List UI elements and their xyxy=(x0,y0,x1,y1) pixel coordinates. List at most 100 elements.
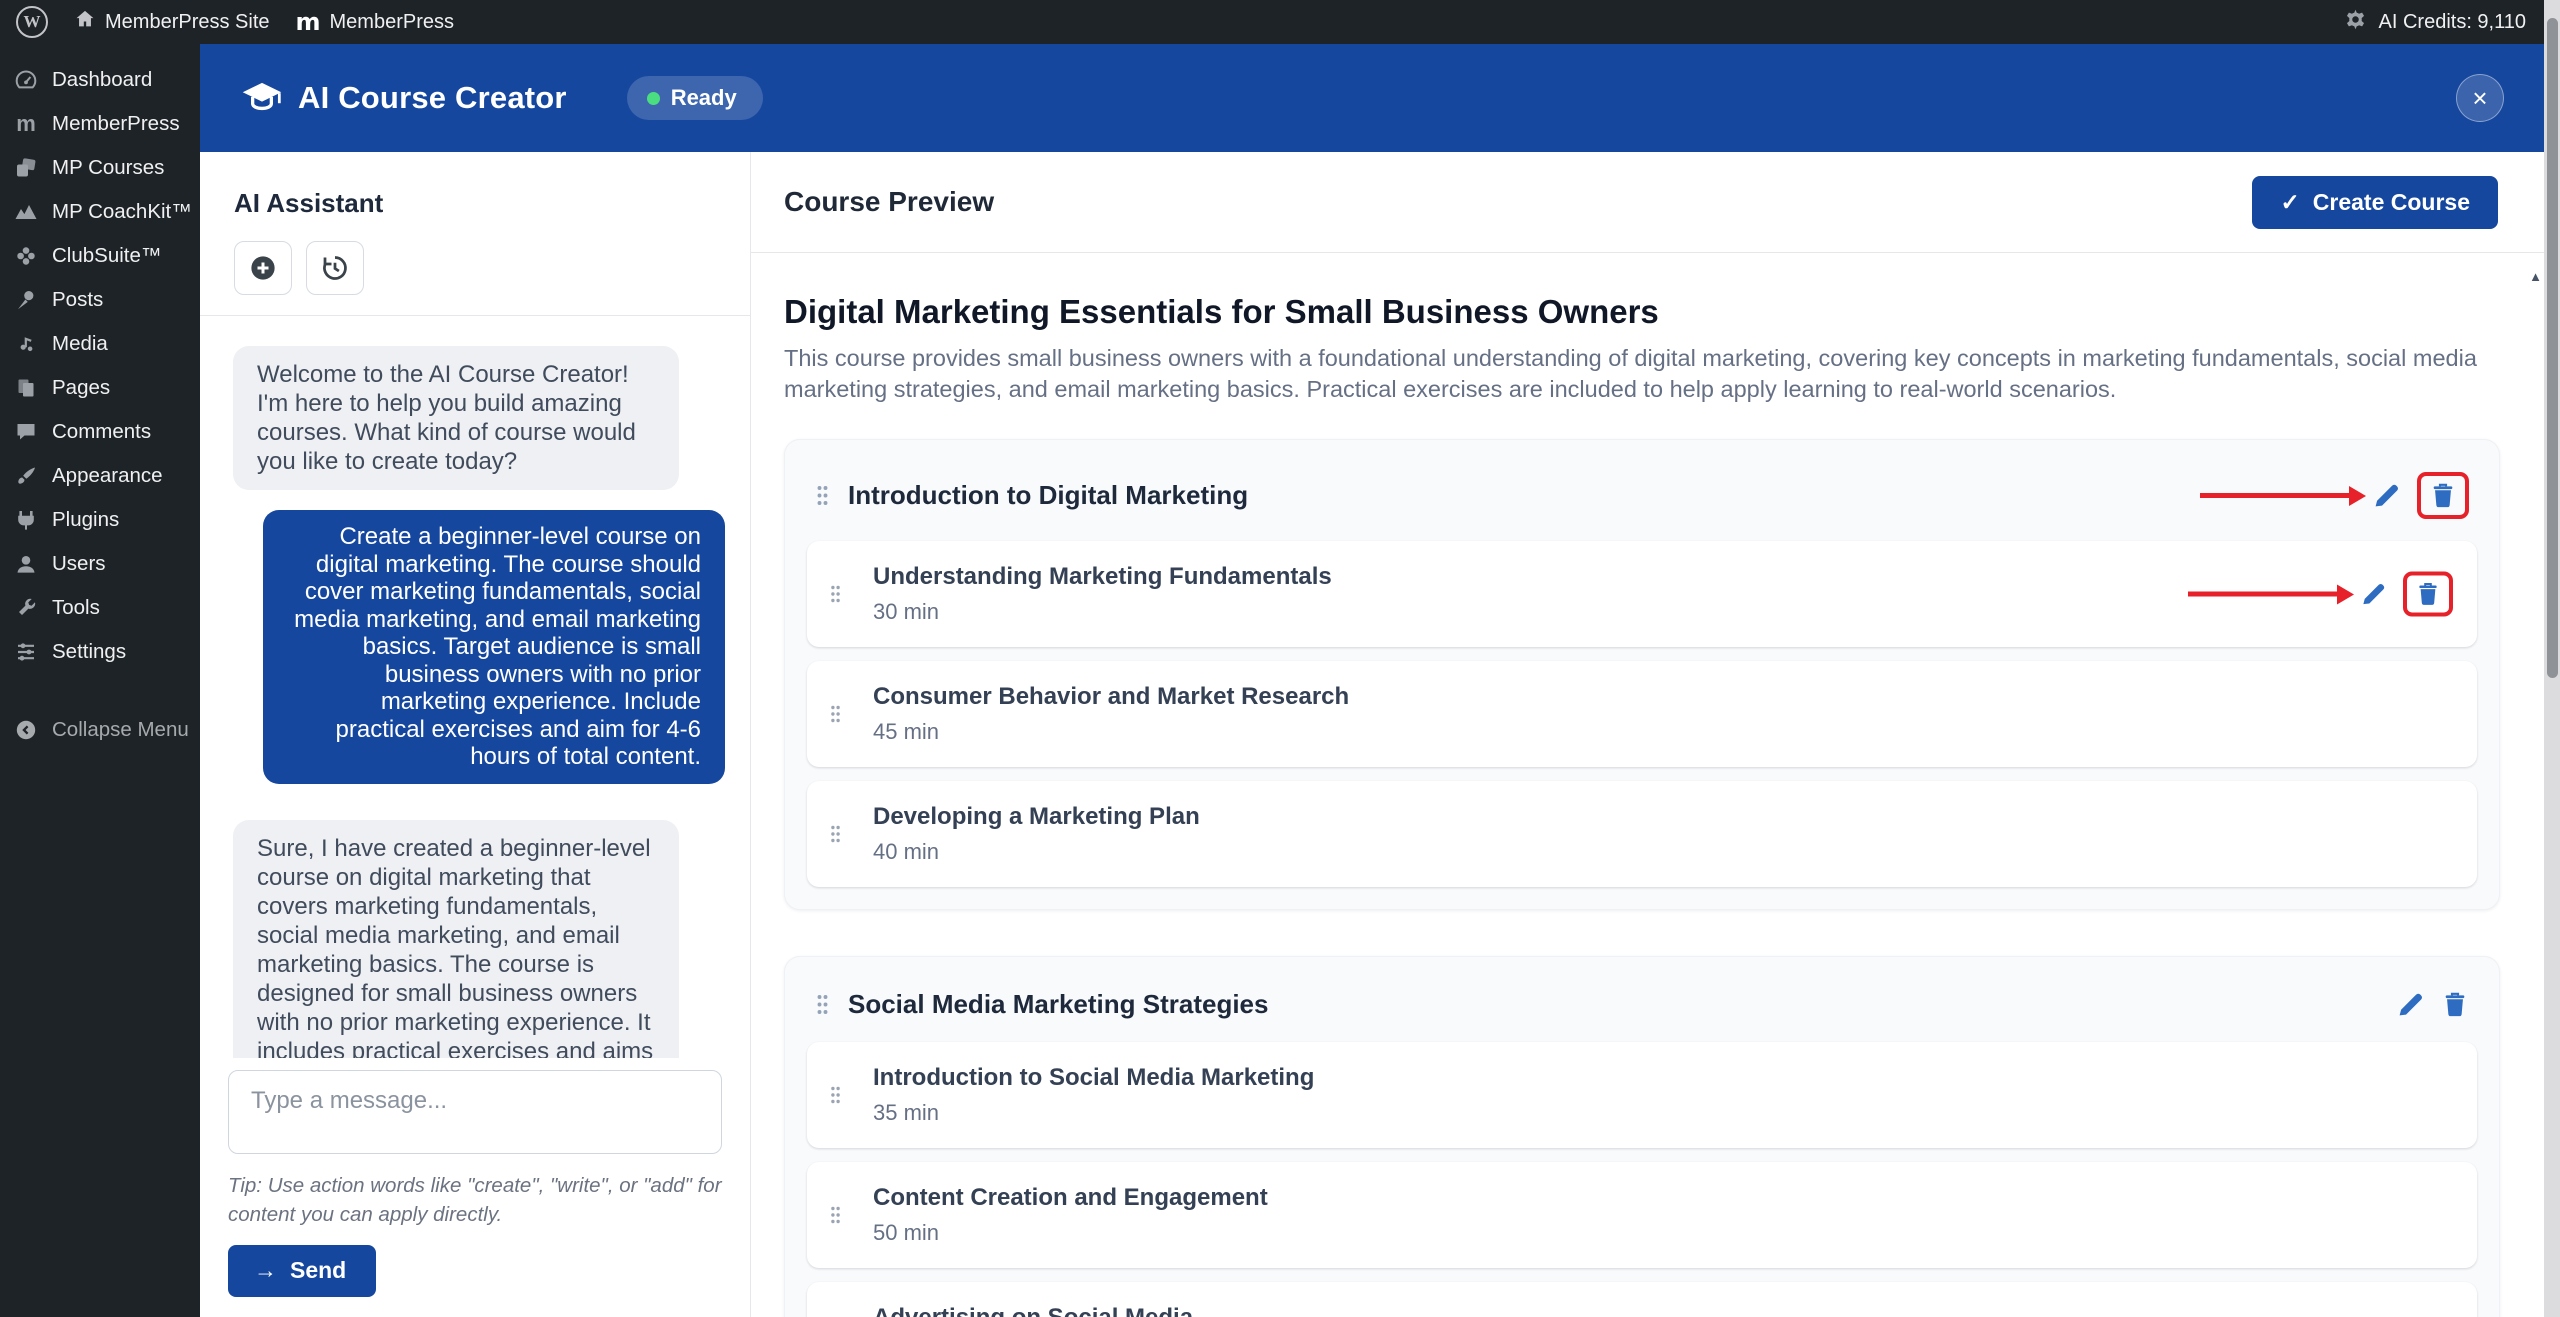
scrollbar-thumb[interactable] xyxy=(2547,18,2558,678)
create-course-label: Create Course xyxy=(2313,189,2470,216)
drag-handle-icon[interactable] xyxy=(829,1084,842,1106)
preview-header: Course Preview ✓ Create Course xyxy=(751,152,2544,253)
sidebar-item-clubsuite[interactable]: ClubSuite™ xyxy=(0,234,200,278)
media-icon xyxy=(13,331,39,357)
course-title: Digital Marketing Essentials for Small B… xyxy=(784,293,2500,331)
annotation-arrow xyxy=(2200,493,2350,498)
sidebar-item-label: Posts xyxy=(52,288,103,312)
lesson-title: Consumer Behavior and Market Research xyxy=(873,683,2449,711)
wordpress-logo-icon[interactable]: W xyxy=(16,6,48,38)
lesson-title: Advertising on Social Media xyxy=(873,1304,2449,1317)
lesson-card: Advertising on Social Media xyxy=(807,1282,2477,1317)
drag-handle-icon[interactable] xyxy=(829,703,842,725)
sidebar-item-label: Settings xyxy=(52,640,126,664)
admin-bar-memberpress-link[interactable]: m MemberPress xyxy=(296,10,455,34)
sidebar-item-plugins[interactable]: Plugins xyxy=(0,498,200,542)
sidebar-item-memberpress[interactable]: m MemberPress xyxy=(0,102,200,146)
lesson-card: Developing a Marketing Plan 40 min xyxy=(807,781,2477,887)
lesson-duration: 35 min xyxy=(873,1100,2449,1126)
gear-icon[interactable] xyxy=(2344,8,2367,37)
send-button[interactable]: → Send xyxy=(228,1245,376,1297)
status-badge: Ready xyxy=(627,76,763,120)
status-label: Ready xyxy=(671,85,737,111)
history-icon xyxy=(320,253,350,283)
lesson-list: Introduction to Social Media Marketing 3… xyxy=(807,1042,2477,1317)
wp-admin-sidebar: Dashboard m MemberPress MP Courses MP Co… xyxy=(0,44,200,1317)
new-chat-button[interactable] xyxy=(234,241,292,295)
delete-section-button[interactable] xyxy=(2429,481,2457,510)
lesson-card: Consumer Behavior and Market Research 45… xyxy=(807,661,2477,767)
sidebar-item-settings[interactable]: Settings xyxy=(0,630,200,674)
sidebar-item-label: Appearance xyxy=(52,464,163,488)
memberpress-logo-icon: m xyxy=(296,10,321,34)
sidebar-collapse-menu[interactable]: Collapse Menu xyxy=(0,708,200,752)
clubsuite-icon xyxy=(13,243,39,269)
sidebar-item-dashboard[interactable]: Dashboard xyxy=(0,58,200,102)
lesson-duration: 50 min xyxy=(873,1220,2449,1246)
ai-credits-label: AI Credits: 9,110 xyxy=(2379,11,2526,34)
tools-icon xyxy=(13,595,39,621)
pencil-icon xyxy=(2360,581,2387,608)
chat-history-button[interactable] xyxy=(306,241,364,295)
plugins-icon xyxy=(13,507,39,533)
message-input[interactable] xyxy=(228,1070,722,1154)
send-label: Send xyxy=(290,1257,346,1284)
lesson-duration: 40 min xyxy=(873,839,2449,865)
sidebar-item-media[interactable]: Media xyxy=(0,322,200,366)
section-card: Social Media Marketing Strategies xyxy=(784,956,2500,1317)
delete-lesson-button[interactable] xyxy=(2415,581,2441,608)
section-header: Introduction to Digital Marketing xyxy=(807,456,2477,537)
sidebar-item-comments[interactable]: Comments xyxy=(0,410,200,454)
course-preview-panel: Course Preview ✓ Create Course ▲ Digital… xyxy=(751,152,2544,1317)
sidebar-item-appearance[interactable]: Appearance xyxy=(0,454,200,498)
create-course-button[interactable]: ✓ Create Course xyxy=(2252,176,2498,229)
sidebar-item-label: Pages xyxy=(52,376,110,400)
lesson-list: Understanding Marketing Fundamentals 30 … xyxy=(807,541,2477,887)
modal-body: AI Assistant Welcome to th xyxy=(200,152,2544,1317)
drag-handle-icon[interactable] xyxy=(815,483,830,508)
sidebar-item-label: Comments xyxy=(52,420,151,444)
user-message: Create a beginner-level course on digita… xyxy=(263,510,725,784)
assistant-header: AI Assistant xyxy=(200,152,750,315)
section-title: Social Media Marketing Strategies xyxy=(848,989,1268,1020)
input-tip: Tip: Use action words like "create", "wr… xyxy=(228,1171,722,1229)
dashboard-icon xyxy=(13,67,39,93)
admin-bar-site-link[interactable]: MemberPress Site xyxy=(74,8,270,36)
trash-icon xyxy=(2441,990,2469,1019)
section-title: Introduction to Digital Marketing xyxy=(848,480,1248,511)
sidebar-item-tools[interactable]: Tools xyxy=(0,586,200,630)
close-icon[interactable]: × xyxy=(2456,74,2504,122)
drag-handle-icon[interactable] xyxy=(829,1204,842,1226)
edit-section-button[interactable] xyxy=(2396,990,2425,1019)
users-icon xyxy=(13,551,39,577)
edit-lesson-button[interactable] xyxy=(2360,581,2387,608)
chat-messages: Welcome to the AI Course Creator! I'm he… xyxy=(200,316,750,1058)
sidebar-item-mp-coachkit[interactable]: MP CoachKit™ xyxy=(0,190,200,234)
chat-input-area: Tip: Use action words like "create", "wr… xyxy=(200,1058,750,1317)
collapse-icon xyxy=(13,717,39,743)
sidebar-item-users[interactable]: Users xyxy=(0,542,200,586)
drag-handle-icon[interactable] xyxy=(815,992,830,1017)
sidebar-item-mp-courses[interactable]: MP Courses xyxy=(0,146,200,190)
section-header: Social Media Marketing Strategies xyxy=(807,973,2477,1038)
sidebar-item-pages[interactable]: Pages xyxy=(0,366,200,410)
sidebar-item-label: MP Courses xyxy=(52,156,164,180)
sidebar-item-posts[interactable]: Posts xyxy=(0,278,200,322)
sidebar-item-label: MemberPress xyxy=(52,112,180,136)
sidebar-item-label: Dashboard xyxy=(52,68,152,92)
edit-section-button[interactable] xyxy=(2372,481,2401,510)
plus-circle-icon xyxy=(248,253,278,283)
sidebar-item-label: Tools xyxy=(52,596,100,620)
courses-icon xyxy=(13,155,39,181)
delete-section-button[interactable] xyxy=(2441,990,2469,1019)
drag-handle-icon[interactable] xyxy=(829,583,842,605)
lesson-duration: 45 min xyxy=(873,719,2449,745)
trash-icon xyxy=(2415,581,2441,608)
sidebar-item-label: MP CoachKit™ xyxy=(52,200,192,224)
drag-handle-icon[interactable] xyxy=(829,823,842,845)
annotation-box xyxy=(2417,472,2469,519)
sidebar-item-label: Users xyxy=(52,552,106,576)
course-description: This course provides small business owne… xyxy=(784,343,2496,405)
scroll-up-arrow-icon[interactable]: ▲ xyxy=(2529,269,2542,284)
ai-assistant-panel: AI Assistant Welcome to th xyxy=(200,152,751,1317)
